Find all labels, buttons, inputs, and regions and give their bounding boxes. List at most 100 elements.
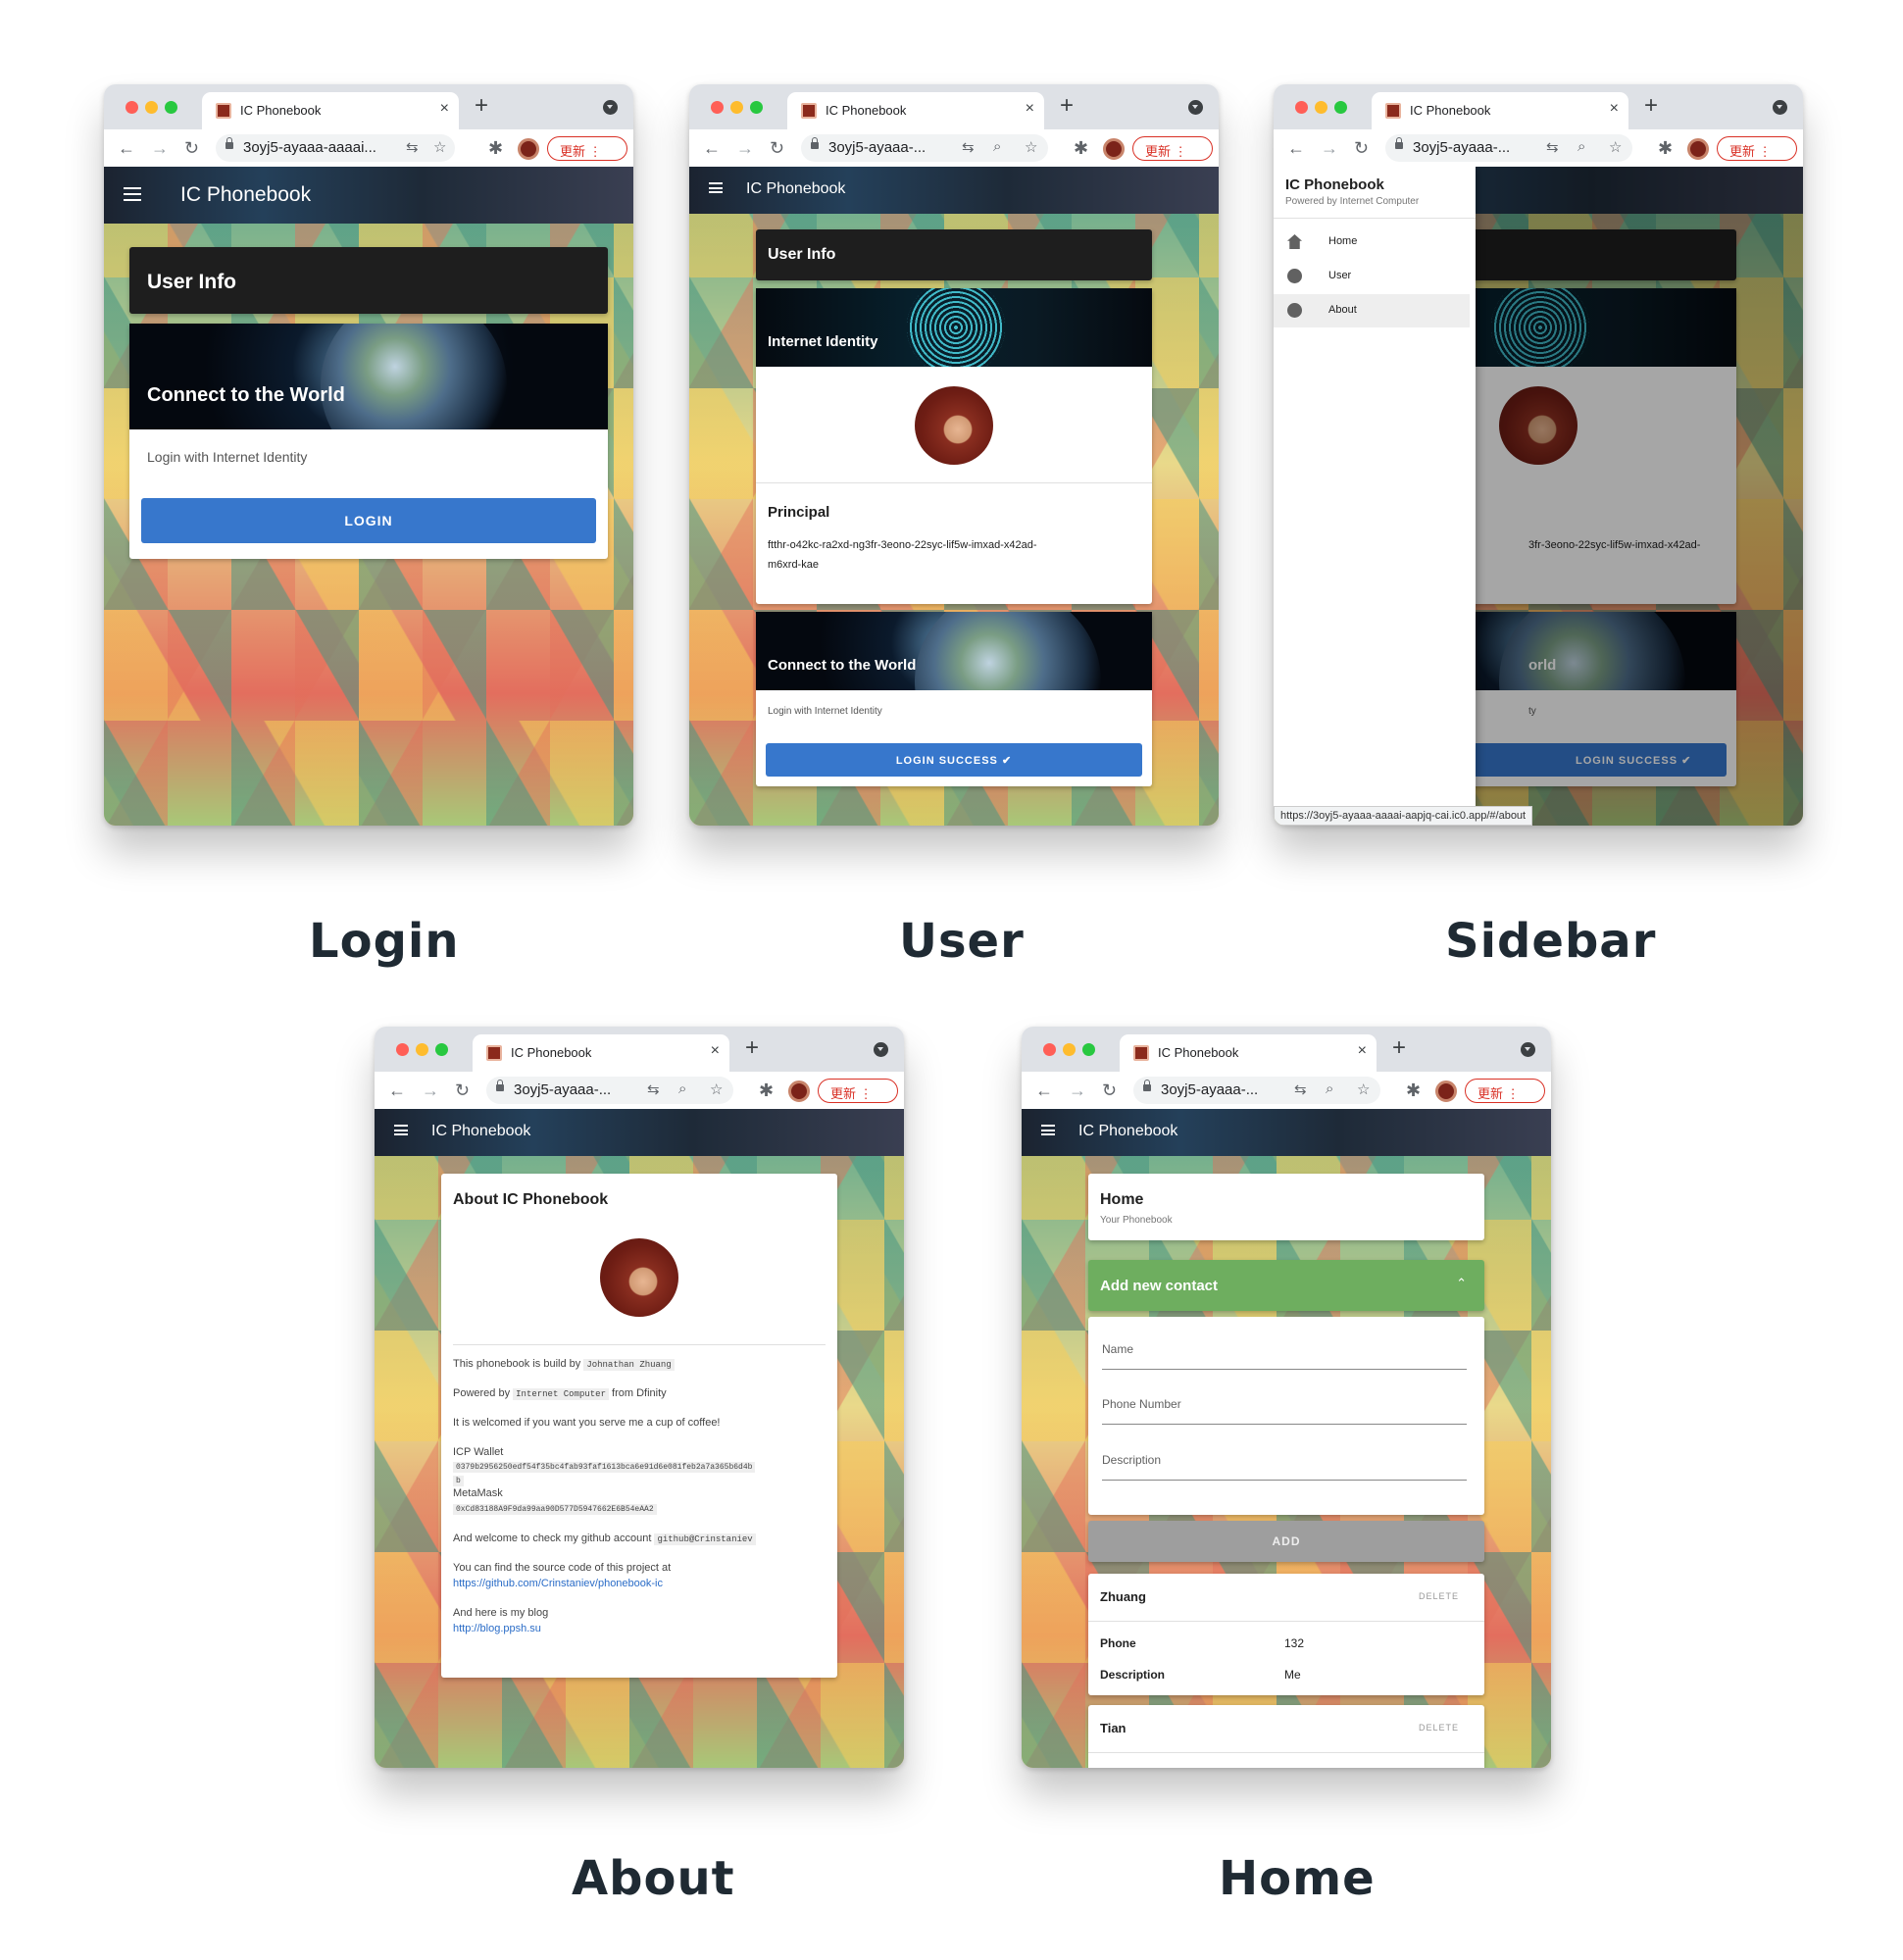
address-bar[interactable]: 3oyj5-ayaaa-... ⇆ ⌕ ☆ — [1133, 1077, 1380, 1104]
close-window-button[interactable] — [1295, 101, 1308, 114]
add-contact-panel-header[interactable]: Add new contact ⌃ — [1088, 1260, 1484, 1311]
new-tab-button[interactable]: + — [1644, 92, 1658, 120]
minimize-window-button[interactable] — [416, 1043, 428, 1056]
minimize-window-button[interactable] — [1063, 1043, 1076, 1056]
zoom-window-button[interactable] — [1334, 101, 1347, 114]
back-icon[interactable]: ← — [1035, 1080, 1053, 1101]
phone-number-field[interactable]: Phone Number — [1102, 1382, 1467, 1425]
translate-icon[interactable]: ⇆ — [406, 138, 419, 156]
minimize-window-button[interactable] — [1315, 101, 1327, 114]
tab-close-icon[interactable]: × — [711, 1042, 720, 1060]
zoom-window-button[interactable] — [435, 1043, 448, 1056]
login-button[interactable]: LOGIN — [141, 498, 596, 543]
close-window-button[interactable] — [711, 101, 724, 114]
close-window-button[interactable] — [125, 101, 138, 114]
menu-icon[interactable] — [709, 182, 723, 193]
browser-tab[interactable]: IC Phonebook × — [202, 92, 459, 129]
name-field[interactable]: Name — [1102, 1327, 1467, 1370]
update-button[interactable]: 更新 ⋮ — [1717, 136, 1797, 161]
translate-icon[interactable]: ⇆ — [1294, 1081, 1307, 1098]
new-tab-button[interactable]: + — [1392, 1034, 1406, 1062]
menu-icon[interactable] — [394, 1125, 408, 1135]
address-bar[interactable]: 3oyj5-ayaaa-aaaai... ⇆ ☆ — [216, 134, 455, 162]
tab-search-icon[interactable] — [874, 1042, 888, 1057]
bookmark-star-icon[interactable]: ☆ — [1609, 138, 1622, 156]
new-tab-button[interactable]: + — [745, 1034, 759, 1062]
extensions-icon[interactable]: ✱ — [1658, 137, 1673, 159]
zoom-icon[interactable]: ⌕ — [993, 138, 1001, 155]
bookmark-star-icon[interactable]: ☆ — [433, 138, 446, 156]
browser-tab[interactable]: IC Phonebook × — [1120, 1034, 1377, 1072]
reload-icon[interactable]: ↻ — [770, 137, 784, 159]
tab-close-icon[interactable]: × — [1610, 100, 1619, 118]
translate-icon[interactable]: ⇆ — [962, 138, 975, 156]
menu-icon[interactable] — [1041, 1125, 1055, 1135]
back-icon[interactable]: ← — [703, 137, 721, 159]
update-button[interactable]: 更新 ⋮ — [1465, 1079, 1545, 1103]
forward-icon[interactable]: → — [151, 137, 169, 159]
minimize-window-button[interactable] — [730, 101, 743, 114]
forward-icon[interactable]: → — [736, 137, 754, 159]
back-icon[interactable]: ← — [388, 1080, 406, 1101]
tab-close-icon[interactable]: × — [1358, 1042, 1367, 1060]
tab-search-icon[interactable] — [1521, 1042, 1535, 1057]
new-tab-button[interactable]: + — [1060, 92, 1074, 120]
back-icon[interactable]: ← — [118, 137, 135, 159]
bookmark-star-icon[interactable]: ☆ — [710, 1081, 723, 1098]
tab-search-icon[interactable] — [1188, 100, 1203, 115]
extensions-icon[interactable]: ✱ — [488, 137, 503, 159]
bookmark-star-icon[interactable]: ☆ — [1357, 1081, 1370, 1098]
menu-icon[interactable] — [124, 187, 141, 201]
address-bar[interactable]: 3oyj5-ayaaa-... ⇆ ⌕ ☆ — [801, 134, 1048, 162]
address-bar[interactable]: 3oyj5-ayaaa-... ⇆ ⌕ ☆ — [1385, 134, 1632, 162]
forward-icon[interactable]: → — [1069, 1080, 1086, 1101]
zoom-icon[interactable]: ⌕ — [1577, 138, 1585, 155]
translate-icon[interactable]: ⇆ — [647, 1081, 660, 1098]
extensions-icon[interactable]: ✱ — [759, 1080, 774, 1101]
tab-close-icon[interactable]: × — [440, 100, 449, 118]
close-window-button[interactable] — [1043, 1043, 1056, 1056]
delete-button[interactable]: DELETE — [1419, 1591, 1459, 1601]
add-button[interactable]: ADD — [1088, 1521, 1484, 1562]
profile-avatar[interactable] — [788, 1081, 810, 1102]
blog-link[interactable]: http://blog.ppsh.su — [453, 1623, 541, 1634]
browser-tab[interactable]: IC Phonebook × — [473, 1034, 729, 1072]
browser-tab[interactable]: IC Phonebook × — [787, 92, 1044, 129]
sidebar-item-home[interactable]: Home — [1274, 226, 1470, 259]
tab-close-icon[interactable]: × — [1026, 100, 1034, 118]
tab-search-icon[interactable] — [603, 100, 618, 115]
new-tab-button[interactable]: + — [475, 92, 488, 120]
translate-icon[interactable]: ⇆ — [1546, 138, 1559, 156]
address-bar[interactable]: 3oyj5-ayaaa-... ⇆ ⌕ ☆ — [486, 1077, 733, 1104]
reload-icon[interactable]: ↻ — [1354, 137, 1369, 159]
zoom-icon[interactable]: ⌕ — [1326, 1081, 1333, 1097]
reload-icon[interactable]: ↻ — [455, 1080, 470, 1101]
reload-icon[interactable]: ↻ — [1102, 1080, 1117, 1101]
profile-avatar[interactable] — [1103, 138, 1125, 160]
login-success-button[interactable]: LOGIN SUCCESS ✔ — [766, 743, 1142, 777]
forward-icon[interactable]: → — [1321, 137, 1338, 159]
extensions-icon[interactable]: ✱ — [1406, 1080, 1421, 1101]
zoom-window-button[interactable] — [1082, 1043, 1095, 1056]
profile-avatar[interactable] — [518, 138, 539, 160]
zoom-window-button[interactable] — [750, 101, 763, 114]
sidebar-item-about[interactable]: About — [1274, 294, 1470, 327]
profile-avatar[interactable] — [1435, 1081, 1457, 1102]
description-field[interactable]: Description — [1102, 1437, 1467, 1481]
zoom-window-button[interactable] — [165, 101, 177, 114]
tab-search-icon[interactable] — [1773, 100, 1787, 115]
source-link[interactable]: https://github.com/Crinstaniev/phonebook… — [453, 1578, 663, 1589]
zoom-icon[interactable]: ⌕ — [678, 1081, 686, 1097]
browser-tab[interactable]: IC Phonebook × — [1372, 92, 1628, 129]
profile-avatar[interactable] — [1687, 138, 1709, 160]
extensions-icon[interactable]: ✱ — [1074, 137, 1088, 159]
close-window-button[interactable] — [396, 1043, 409, 1056]
delete-button[interactable]: DELETE — [1419, 1723, 1459, 1733]
sidebar-item-user[interactable]: User — [1274, 260, 1470, 293]
bookmark-star-icon[interactable]: ☆ — [1025, 138, 1037, 156]
chevron-up-icon[interactable]: ⌃ — [1456, 1276, 1467, 1291]
update-button[interactable]: 更新 ⋮ — [1132, 136, 1213, 161]
minimize-window-button[interactable] — [145, 101, 158, 114]
back-icon[interactable]: ← — [1287, 137, 1305, 159]
reload-icon[interactable]: ↻ — [184, 137, 199, 159]
